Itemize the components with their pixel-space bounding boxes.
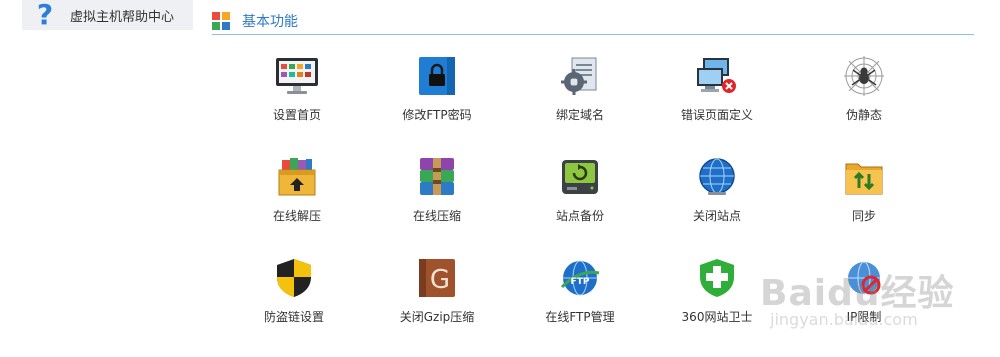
function-ip-restriction[interactable]: IP限制 [794, 256, 934, 336]
function-pseudo-static[interactable]: 伪静态 [794, 54, 934, 134]
spider-web-icon [842, 54, 886, 98]
gzip-icon: G [415, 256, 459, 300]
green-cross-shield-icon [695, 256, 739, 300]
function-label: 同步 [851, 209, 876, 223]
function-label: 360网站卫士 [681, 310, 753, 324]
function-label: 设置首页 [272, 108, 321, 122]
function-label: 在线FTP管理 [545, 310, 615, 324]
function-360-guard[interactable]: 360网站卫士 [647, 256, 787, 336]
network-error-icon [695, 54, 739, 98]
settings-document-icon [558, 54, 602, 98]
function-online-extract[interactable]: 在线解压 [227, 155, 367, 235]
function-site-backup[interactable]: 站点备份 [510, 155, 650, 235]
function-disable-gzip[interactable]: G 关闭Gzip压缩 [367, 256, 507, 336]
function-change-ftp-password[interactable]: 修改FTP密码 [367, 54, 507, 134]
function-error-page[interactable]: 错误页面定义 [647, 54, 787, 134]
function-sync[interactable]: 同步 [794, 155, 934, 235]
ftp-globe-icon: FTP [558, 256, 602, 300]
open-archive-icon [275, 155, 319, 199]
ip-restrict-icon [842, 256, 886, 300]
function-label: 修改FTP密码 [402, 108, 472, 122]
function-label: 绑定域名 [555, 108, 604, 122]
globe-icon [695, 155, 739, 199]
shield-icon [272, 256, 316, 300]
function-label: 防盗链设置 [263, 310, 324, 324]
function-grid: 设置首页 修改FTP密码 绑定域名 错误页面定义 伪静态 在线解压 在线压缩 站… [0, 0, 1000, 357]
function-bind-domain[interactable]: 绑定域名 [510, 54, 650, 134]
function-label: 关闭Gzip压缩 [399, 310, 475, 324]
function-label: 错误页面定义 [680, 108, 753, 122]
function-online-compress[interactable]: 在线压缩 [367, 155, 507, 235]
monitor-apps-icon [275, 54, 319, 98]
function-hotlink-protection[interactable]: 防盗链设置 [224, 256, 364, 336]
function-close-site[interactable]: 关闭站点 [647, 155, 787, 235]
function-set-homepage[interactable]: 设置首页 [227, 54, 367, 134]
blue-lock-folder-icon [415, 54, 459, 98]
svg-text:FTP: FTP [571, 277, 590, 287]
function-label: 在线压缩 [412, 209, 461, 223]
function-online-ftp[interactable]: FTP 在线FTP管理 [510, 256, 650, 336]
winrar-icon [415, 155, 459, 199]
function-label: 站点备份 [555, 209, 604, 223]
sync-folder-icon [842, 155, 886, 199]
function-label: IP限制 [846, 310, 882, 324]
svg-text:G: G [430, 265, 450, 295]
function-label: 在线解压 [272, 209, 321, 223]
function-label: 关闭站点 [692, 209, 741, 223]
backup-drive-icon [558, 155, 602, 199]
function-label: 伪静态 [845, 108, 882, 122]
